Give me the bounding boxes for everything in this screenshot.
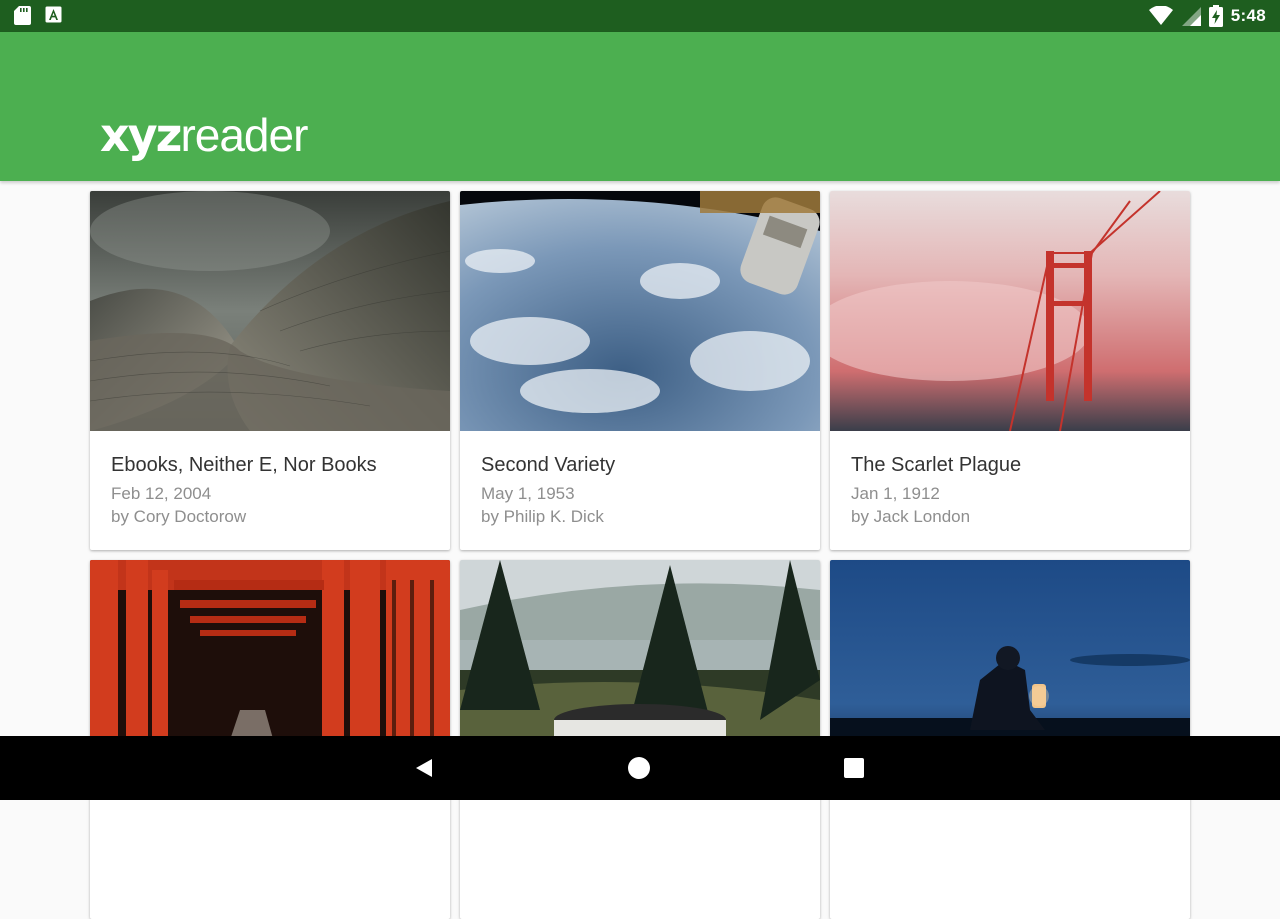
app-logo: xyzreader	[100, 109, 308, 161]
navigation-bar	[0, 736, 1280, 800]
article-author: by Philip K. Dick	[481, 507, 604, 526]
clock: 5:48	[1230, 6, 1266, 25]
earth-from-space-station-image	[460, 191, 820, 431]
home-icon[interactable]	[627, 756, 651, 780]
back-icon[interactable]	[412, 756, 436, 780]
article-author: by Cory Doctorow	[111, 507, 247, 526]
article-date: Feb 12, 2004	[111, 484, 212, 503]
sd-card-icon	[14, 6, 31, 25]
article-date: May 1, 1953	[481, 484, 575, 503]
signal-icon	[1181, 7, 1201, 26]
article-author: by Jack London	[851, 507, 971, 526]
logo-bold-text: xyz	[100, 108, 182, 162]
wifi-icon	[1148, 6, 1173, 25]
article-card[interactable]: Second Variety May 1, 1953 by Philip K. …	[460, 191, 820, 550]
status-bar: 5:48	[0, 0, 1280, 32]
app-bar: xyzreader	[0, 32, 1280, 181]
golden-gate-bridge-fog-image	[830, 191, 1190, 431]
a-notification-icon	[45, 6, 62, 23]
article-date: Jan 1, 1912	[851, 484, 940, 503]
article-title: Ebooks, Neither E, Nor Books	[111, 454, 377, 476]
logo-light-text: reader	[180, 109, 308, 161]
article-grid: Ebooks, Neither E, Nor Books Feb 12, 200…	[90, 191, 1190, 919]
recents-icon[interactable]	[842, 756, 866, 780]
article-title: The Scarlet Plague	[851, 454, 1022, 476]
article-card[interactable]: Ebooks, Neither E, Nor Books Feb 12, 200…	[90, 191, 450, 550]
article-card[interactable]: The Scarlet Plague Jan 1, 1912 by Jack L…	[830, 191, 1190, 550]
opera-house-roof-image	[90, 191, 450, 431]
battery-charging-icon	[1208, 5, 1223, 27]
article-title: Second Variety	[481, 454, 616, 476]
